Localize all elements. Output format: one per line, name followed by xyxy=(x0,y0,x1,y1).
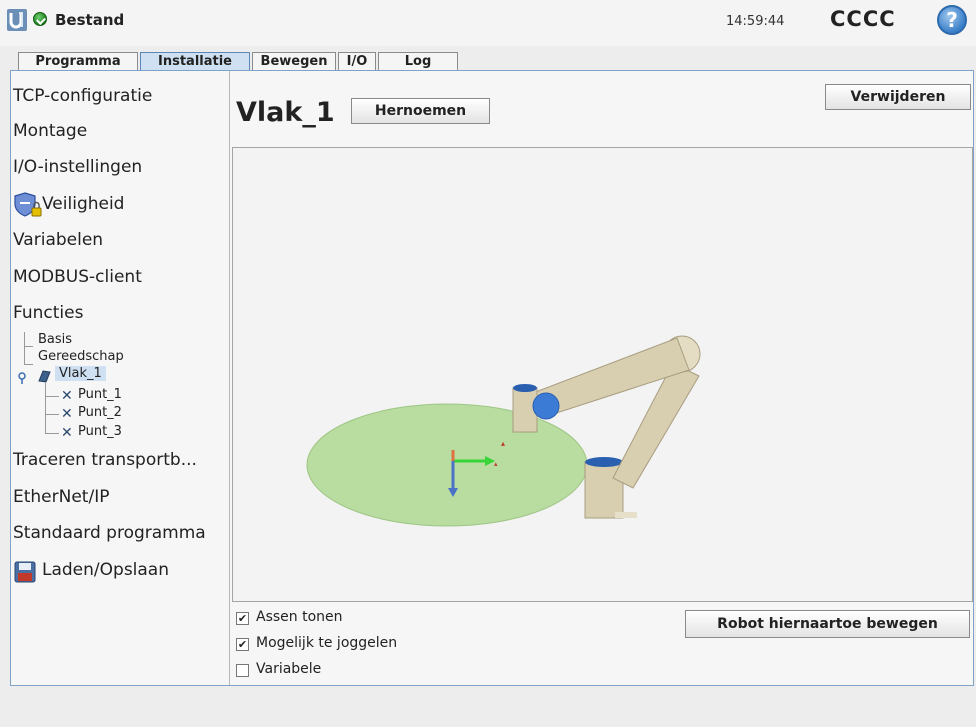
tab-bewegen[interactable]: Bewegen xyxy=(252,52,336,70)
help-icon[interactable]: ? xyxy=(937,5,967,35)
robot-tool-flange xyxy=(532,392,560,420)
ur-logo-icon[interactable] xyxy=(6,7,28,33)
point-icon: ✕ xyxy=(61,406,73,422)
point-marker: ▴ xyxy=(494,460,498,468)
tree-line xyxy=(24,332,25,365)
tree-item-gereedschap[interactable]: Gereedschap xyxy=(38,349,124,364)
joggable-checkbox[interactable]: ✔ xyxy=(236,638,249,651)
sidebar-item-ethernetip[interactable]: EtherNet/IP xyxy=(13,487,109,507)
sidebar-item-variabelen[interactable]: Variabelen xyxy=(13,230,103,250)
plane-icon xyxy=(36,368,52,383)
robot-base-cap xyxy=(585,457,623,467)
tree-item-punt3[interactable]: Punt_3 xyxy=(78,424,122,439)
3d-viewport[interactable]: ▴ ▴ xyxy=(232,147,973,602)
tree-line xyxy=(45,433,59,434)
move-robot-here-button[interactable]: Robot hiernaartoe bewegen xyxy=(685,610,970,638)
page-title: Vlak_1 xyxy=(236,97,335,128)
tab-programma[interactable]: Programma xyxy=(18,52,138,70)
status-ok-icon xyxy=(33,12,47,26)
tab-io[interactable]: I/O xyxy=(338,52,376,70)
shield-lock-icon xyxy=(13,191,43,219)
variable-checkbox[interactable] xyxy=(236,664,249,677)
clock: 14:59:44 xyxy=(726,14,785,29)
rename-button[interactable]: Hernoemen xyxy=(351,98,490,124)
tree-item-basis[interactable]: Basis xyxy=(38,332,72,347)
tree-item-punt1[interactable]: Punt_1 xyxy=(78,387,122,402)
sidebar-item-conveyor[interactable]: Traceren transportb... xyxy=(13,450,197,470)
robot-base-foot xyxy=(615,512,637,518)
tree-line xyxy=(45,414,59,415)
feature-plane xyxy=(306,403,588,527)
tree-expand-icon[interactable] xyxy=(17,370,31,384)
tree-line xyxy=(24,346,33,347)
tree-line xyxy=(24,364,33,365)
app-title[interactable]: Bestand xyxy=(55,11,124,29)
sidebar-item-laden-opslaan[interactable]: Laden/Opslaan xyxy=(42,560,169,580)
tab-installatie[interactable]: Installatie xyxy=(140,52,250,70)
save-disk-icon xyxy=(13,560,37,584)
tree-line xyxy=(45,396,59,397)
point-icon: ✕ xyxy=(61,388,73,404)
variable-label: Variabele xyxy=(256,661,322,677)
tree-line xyxy=(45,383,46,434)
robot-wrist-cap xyxy=(513,384,537,392)
sidebar-item-tcp[interactable]: TCP-configuratie xyxy=(13,86,152,106)
sidebar-item-modbus[interactable]: MODBUS-client xyxy=(13,267,142,287)
tree-item-vlak1[interactable]: Vlak_1 xyxy=(55,366,106,381)
joggable-label: Mogelijk te joggelen xyxy=(256,635,398,651)
sidebar-item-default-program[interactable]: Standaard programma xyxy=(13,523,206,543)
point-marker: ▴ xyxy=(501,439,505,448)
tab-log[interactable]: Log xyxy=(378,52,458,70)
delete-button[interactable]: Verwijderen xyxy=(825,84,971,110)
sidebar-item-io[interactable]: I/O-instellingen xyxy=(13,157,142,177)
show-axes-label: Assen tonen xyxy=(256,609,343,625)
sidebar-item-functies[interactable]: Functies xyxy=(13,303,83,323)
help-symbol: ? xyxy=(946,8,958,32)
robot-scene: ▴ ▴ xyxy=(306,335,701,527)
robot-name: CCCC xyxy=(830,7,896,31)
sidebar-item-veiligheid[interactable]: Veiligheid xyxy=(42,194,124,214)
show-axes-checkbox[interactable]: ✔ xyxy=(236,612,249,625)
point-icon: ✕ xyxy=(61,425,73,441)
sidebar-item-montage[interactable]: Montage xyxy=(13,121,87,141)
tree-item-punt2[interactable]: Punt_2 xyxy=(78,405,122,420)
